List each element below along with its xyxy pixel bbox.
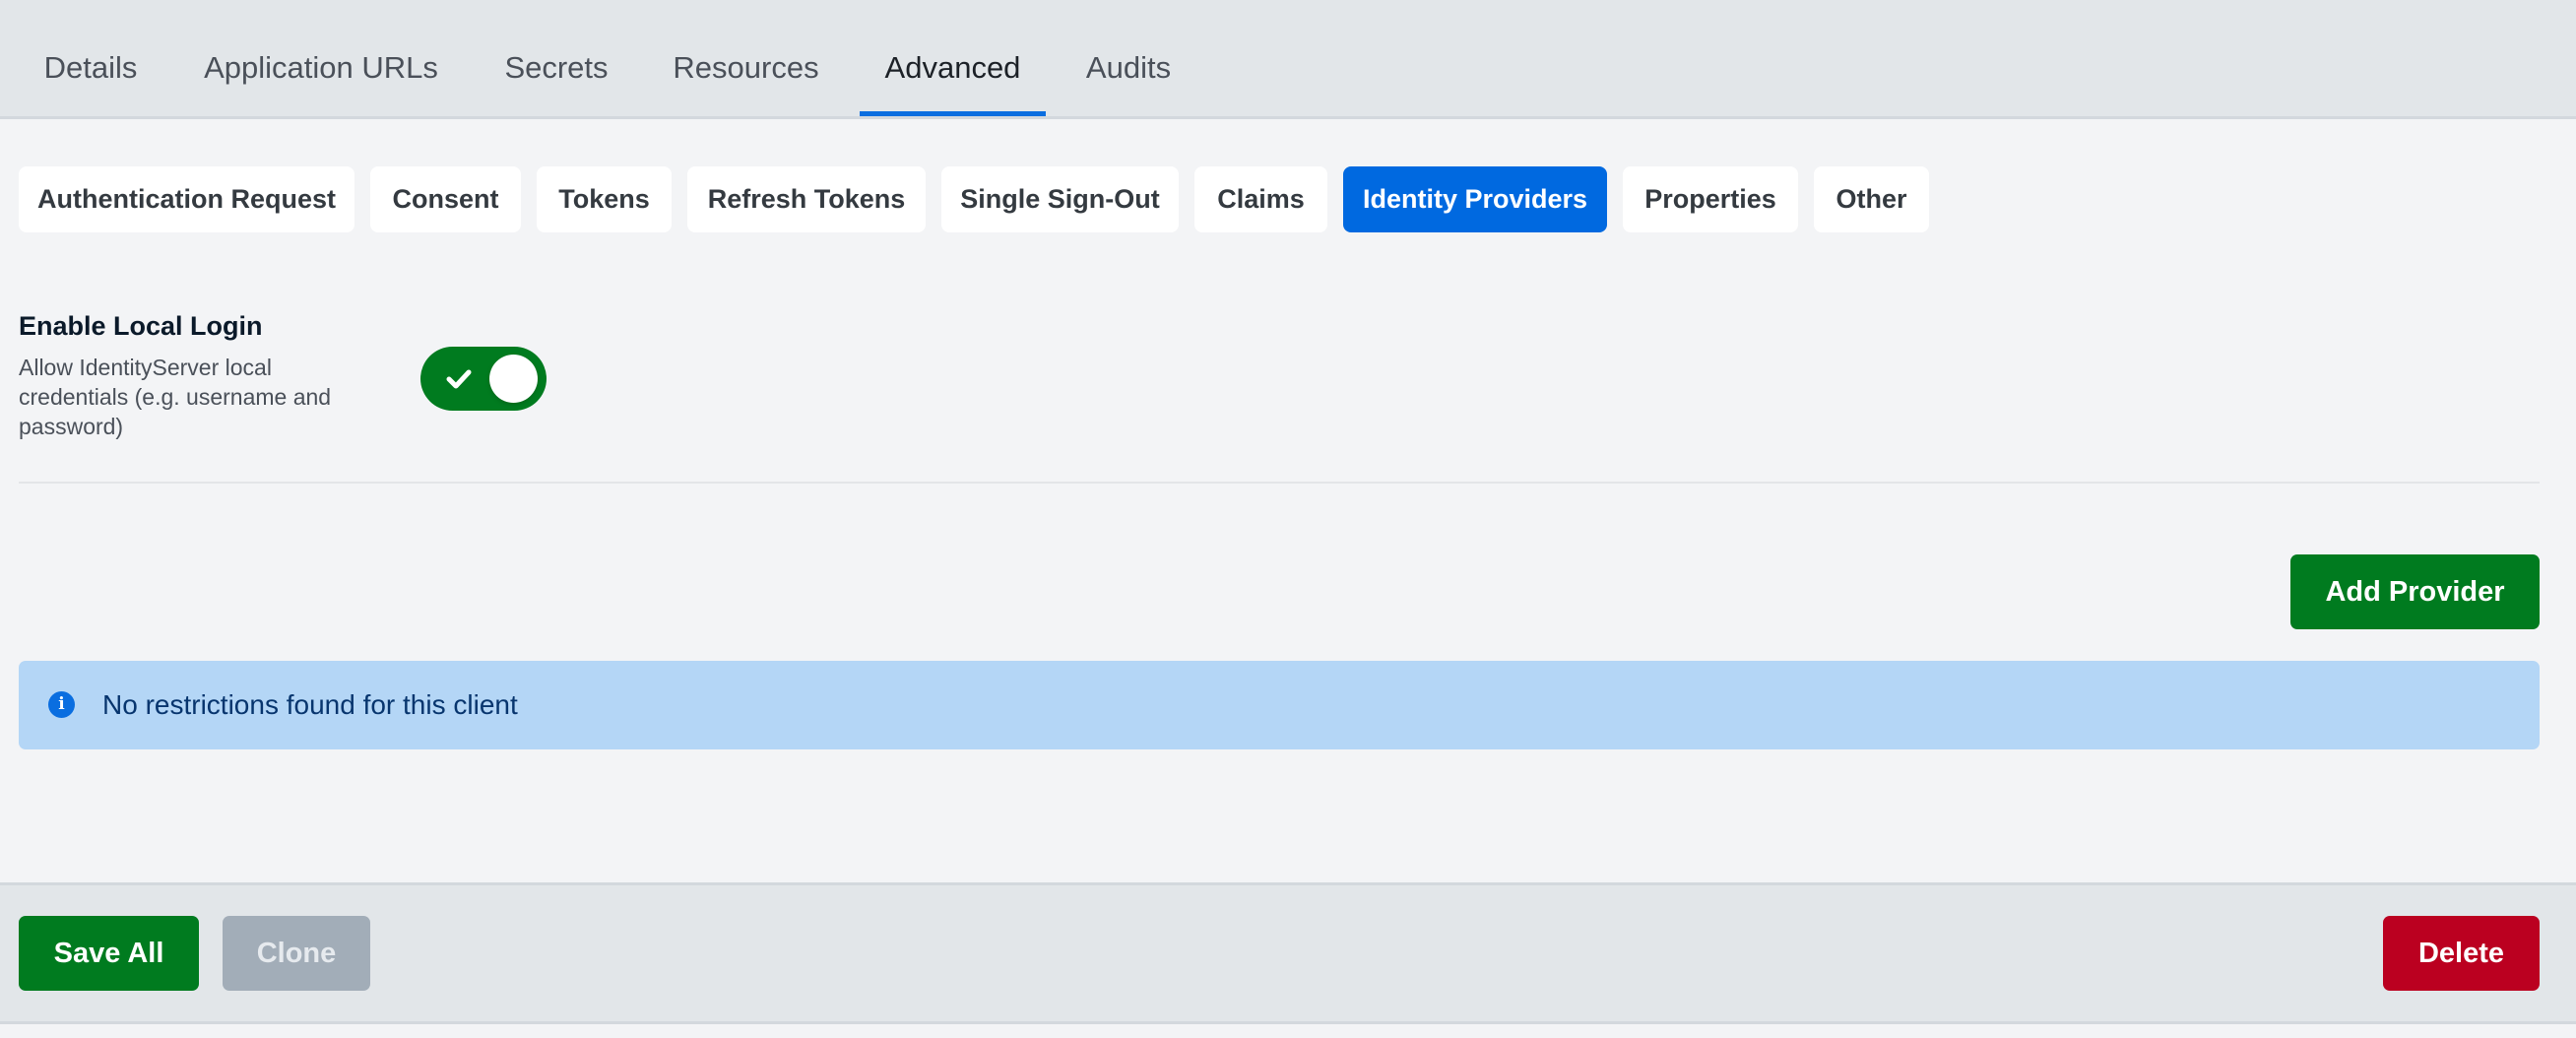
tab-label: Secrets [504, 50, 609, 85]
subtab-consent[interactable]: Consent [370, 166, 521, 232]
tab-audits[interactable]: Audits [1061, 0, 1196, 116]
active-tab-indicator [860, 111, 1046, 116]
alert-message: No restrictions found for this client [102, 689, 518, 720]
subtab-single-sign-out[interactable]: Single Sign-Out [941, 166, 1179, 232]
tab-secrets[interactable]: Secrets [481, 0, 632, 116]
setting-description: Allow IdentityServer local credentials (… [19, 355, 332, 439]
subtab-claims[interactable]: Claims [1194, 166, 1327, 232]
tab-label: Resources [673, 50, 819, 85]
tab-resources[interactable]: Resources [649, 0, 843, 116]
subtab-authentication-request[interactable]: Authentication Request [19, 166, 354, 232]
subtab-properties[interactable]: Properties [1623, 166, 1798, 232]
tab-label: Advanced [884, 50, 1021, 85]
setting-title: Enable Local Login [19, 311, 263, 341]
enable-local-login-toggle[interactable] [420, 347, 547, 411]
check-icon [446, 369, 472, 389]
tab-details[interactable]: Details [20, 0, 161, 116]
add-provider-button[interactable]: Add Provider [2290, 554, 2540, 629]
tab-label: Details [43, 50, 138, 85]
tab-application-urls[interactable]: Application URLs [178, 0, 464, 116]
section-divider [19, 482, 2540, 484]
tab-label: Application URLs [204, 50, 438, 85]
no-restrictions-alert: i No restrictions found for this client [19, 661, 2540, 749]
action-footer [0, 882, 2576, 1024]
main-tab-bar: Details Application URLs Secrets Resourc… [0, 0, 2576, 119]
subtab-other[interactable]: Other [1814, 166, 1929, 232]
subtab-tokens[interactable]: Tokens [537, 166, 672, 232]
save-all-button[interactable]: Save All [19, 916, 199, 991]
toggle-knob [489, 355, 538, 403]
clone-button[interactable]: Clone [223, 916, 370, 991]
subtab-refresh-tokens[interactable]: Refresh Tokens [687, 166, 926, 232]
info-circle-icon: i [48, 691, 75, 718]
subtab-identity-providers[interactable]: Identity Providers [1343, 166, 1607, 232]
delete-button[interactable]: Delete [2383, 916, 2540, 991]
tab-label: Audits [1085, 50, 1172, 85]
tab-advanced[interactable]: Advanced [860, 0, 1046, 116]
